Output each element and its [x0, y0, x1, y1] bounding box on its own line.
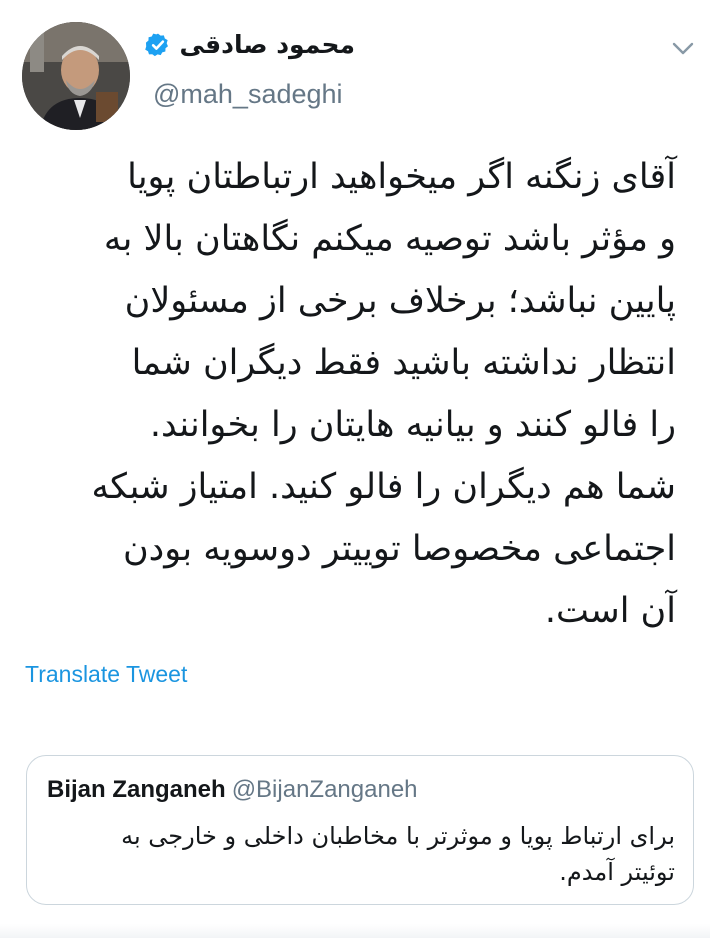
tweet-text-line: انتظار نداشته باشید فقط دیگران شما [131, 343, 676, 383]
avatar-photo [22, 22, 130, 130]
quoted-tweet-text: برای ارتباط پویا و موثرتر با مخاطبان داخ… [55, 818, 675, 890]
quoted-author-handle: @BijanZanganeh [231, 776, 418, 803]
translate-tweet-link[interactable]: Translate Tweet [25, 661, 187, 688]
avatar[interactable] [22, 22, 130, 130]
quoted-tweet-header: Bijan Zanganeh @BijanZanganeh [47, 776, 418, 804]
verified-badge-icon [145, 33, 169, 56]
tweet-text-line: شما هم دیگران را فالو کنید. امتیاز شبکه [91, 467, 676, 507]
chevron-down-icon[interactable] [672, 42, 694, 56]
tweet-text-line: پایین نباشد؛ برخلاف برخی از مسئولان [124, 281, 676, 321]
tweet-text-line: را فالو کنند و بیانیه هایتان را بخوانند. [149, 405, 676, 445]
tweet-text-line: آن است. [544, 591, 676, 631]
tweet-text: آقای زنگنه اگر میخواهید ارتباطتان پویا و… [40, 146, 676, 642]
author-handle[interactable]: @mah_sadeghi [153, 79, 343, 110]
author-row: محمود صادقی [145, 30, 355, 59]
quoted-text-line: برای ارتباط پویا و موثرتر با مخاطبان داخ… [121, 822, 675, 850]
divider [0, 924, 710, 938]
quoted-author-name: Bijan Zanganeh [47, 776, 226, 803]
quoted-tweet[interactable]: Bijan Zanganeh @BijanZanganeh برای ارتباط… [26, 755, 694, 905]
tweet-text-line: آقای زنگنه اگر میخواهید ارتباطتان پویا [127, 157, 676, 197]
tweet-text-line: و مؤثر باشد توصیه میکنم نگاهتان بالا به [103, 219, 676, 259]
author-name[interactable]: محمود صادقی [179, 30, 355, 59]
tweet-text-line: اجتماعی مخصوصا توییتر دوسویه بودن [122, 529, 676, 569]
quoted-text-line: توئیتر آمدم. [559, 858, 675, 886]
